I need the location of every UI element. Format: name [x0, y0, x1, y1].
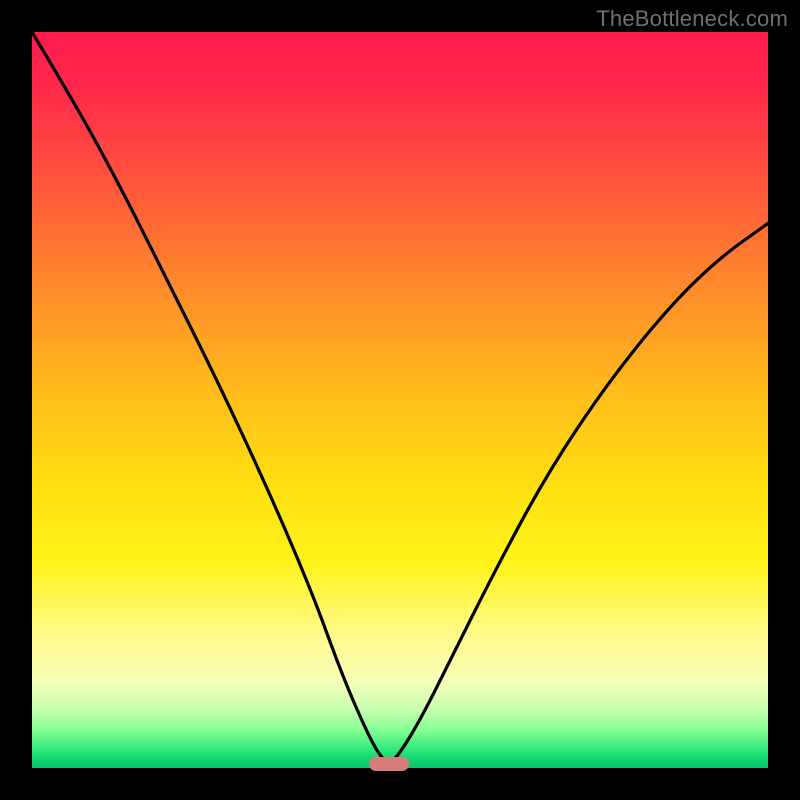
plot-area — [32, 32, 768, 768]
watermark-text: TheBottleneck.com — [596, 6, 788, 32]
bottleneck-curve — [32, 32, 768, 768]
optimal-marker — [369, 757, 409, 771]
chart-frame: TheBottleneck.com — [0, 0, 800, 800]
